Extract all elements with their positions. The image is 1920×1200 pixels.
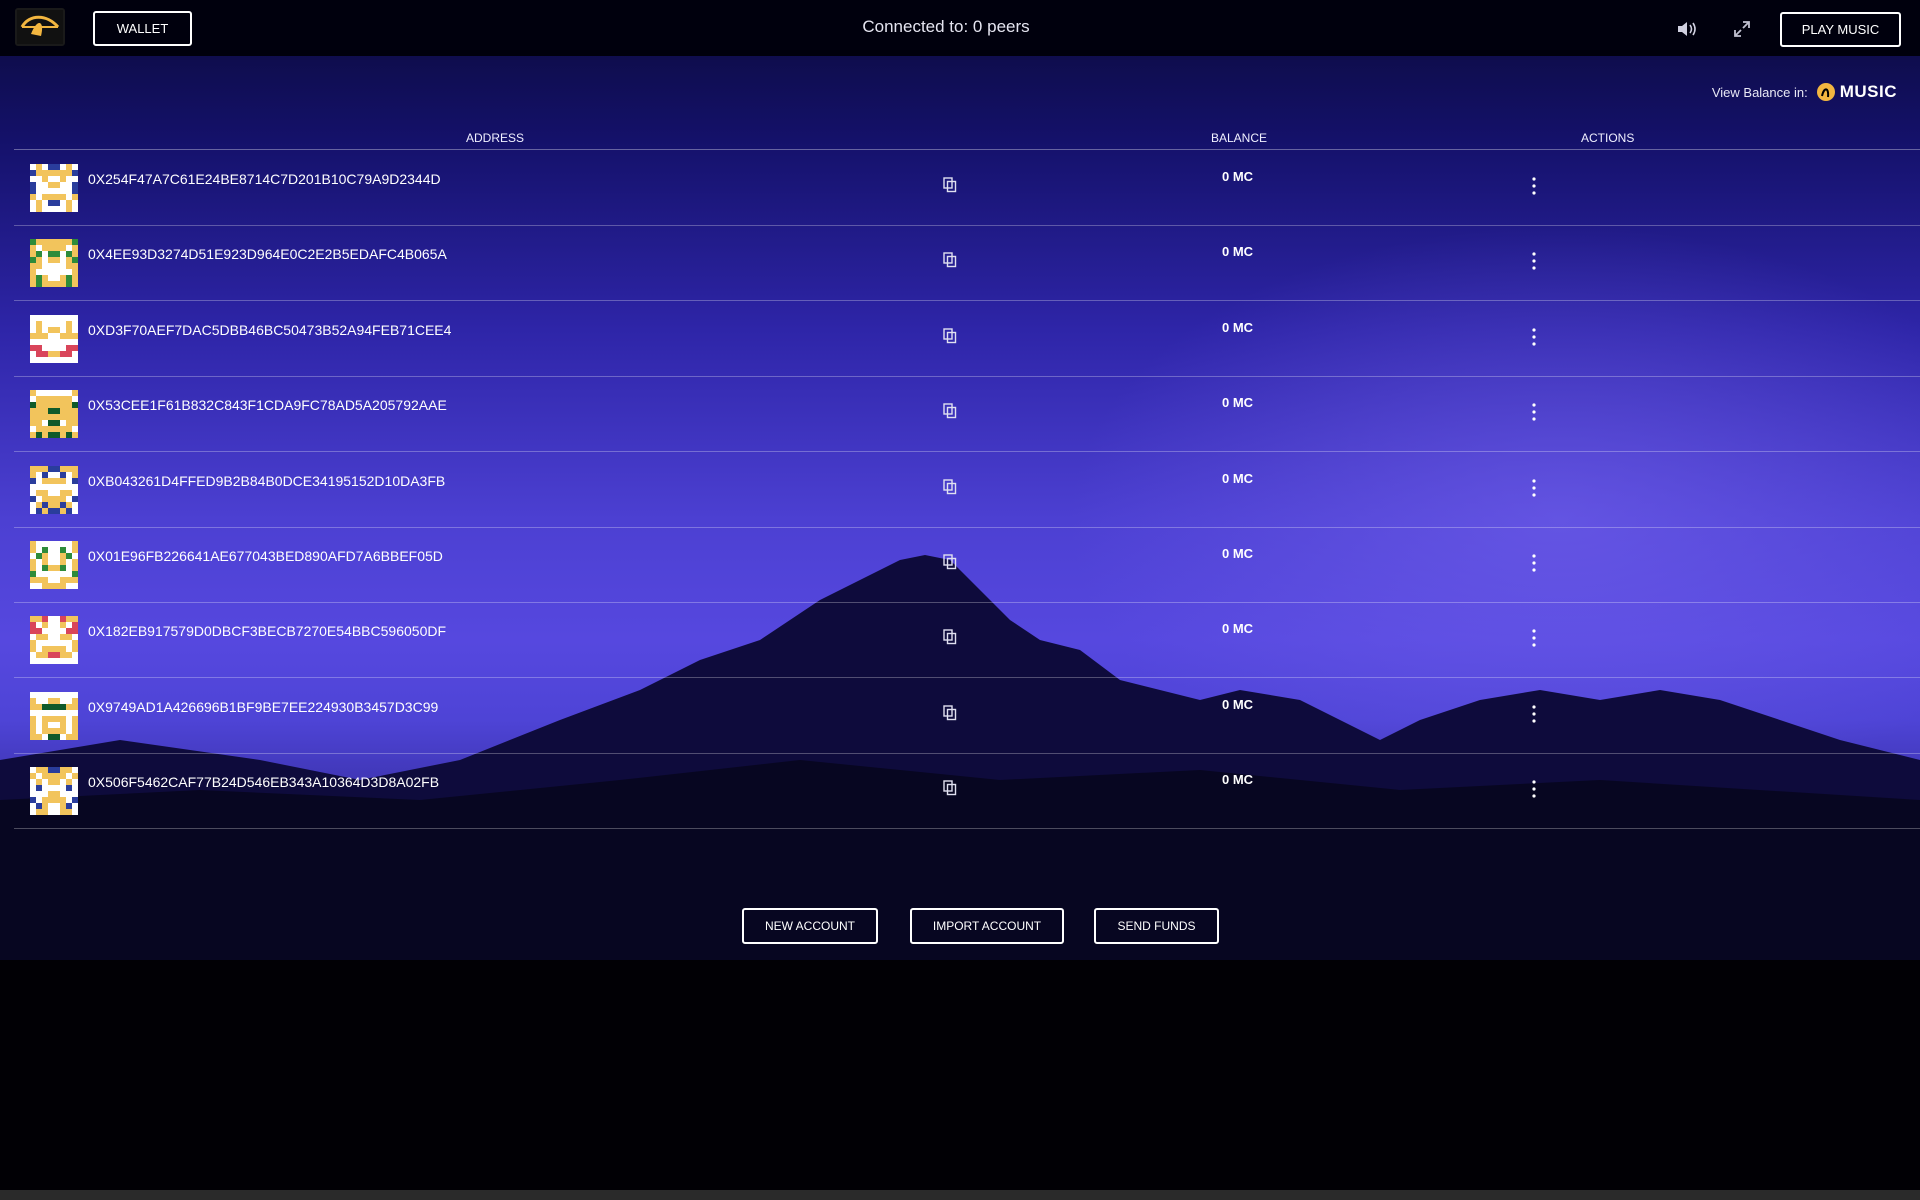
account-avatar xyxy=(30,691,78,740)
address-column-header: ADDRESS xyxy=(466,131,525,145)
table-row: 0X182EB917579D0DBCF3BECB7270E54BBC596050… xyxy=(14,602,1920,679)
account-address: 0XD3F70AEF7DAC5DBB46BC50473B52A94FEB71CE… xyxy=(88,321,452,338)
copy-icon[interactable] xyxy=(943,629,957,645)
top-bar: WALLET Connected to: 0 peers PLAY MUSIC xyxy=(0,0,1920,56)
table-row: 0X53CEE1F61B832C843F1CDA9FC78AD5A205792A… xyxy=(14,376,1920,453)
music-currency-label: MUSIC xyxy=(1839,82,1897,101)
speaker-volume-icon[interactable] xyxy=(1676,20,1698,38)
account-address: 0X506F5462CAF77B24D546EB343A10364D3D8A02… xyxy=(88,774,440,791)
more-actions-icon[interactable] xyxy=(1530,327,1538,347)
music-coin-icon xyxy=(1816,83,1835,101)
account-avatar xyxy=(30,239,78,288)
more-actions-icon[interactable] xyxy=(1530,779,1538,799)
more-actions-icon[interactable] xyxy=(1530,402,1538,422)
account-balance: 0 MC xyxy=(1222,546,1254,561)
account-balance: 0 MC xyxy=(1222,696,1254,712)
account-address: 0XB043261D4FFED9B2B84B0DCE34195152D10DA3… xyxy=(88,472,446,489)
account-address: 0X9749AD1A426696B1BF9BE7EE224930B3457D3C… xyxy=(88,698,439,715)
account-balance: 0 MC xyxy=(1222,772,1254,788)
more-actions-icon[interactable] xyxy=(1530,704,1538,724)
import-account-button[interactable]: IMPORT ACCOUNT xyxy=(910,908,1064,944)
copy-icon[interactable] xyxy=(943,705,957,721)
table-row: 0X9749AD1A426696B1BF9BE7EE224930B3457D3C… xyxy=(14,678,1920,754)
more-actions-icon[interactable] xyxy=(1530,251,1538,271)
table-row: 0X254F47A7C61E24BE8714C7D201B10C79A9D234… xyxy=(14,150,1920,226)
more-actions-icon[interactable] xyxy=(1530,478,1538,498)
account-balance: 0 MC xyxy=(1222,395,1254,411)
actions-column-header: ACTIONS xyxy=(1581,131,1635,145)
copy-icon[interactable] xyxy=(943,478,957,495)
account-balance: 0 MC xyxy=(1222,319,1254,335)
account-balance: 0 MC xyxy=(1222,470,1254,486)
account-avatar xyxy=(30,616,78,665)
view-balance-label: View Balance in: xyxy=(1711,84,1808,100)
account-avatar xyxy=(30,541,78,589)
account-address: 0X01E96FB226641AE677043BED890AFD7A6BBEF0… xyxy=(88,548,443,564)
account-avatar xyxy=(30,314,78,363)
account-avatar xyxy=(30,390,78,439)
peers-status: Connected to: 0 peers xyxy=(862,17,1030,36)
account-address: 0X4EE93D3274D51E923D964E0C2E2B5EDAFC4B06… xyxy=(88,246,447,263)
account-avatar xyxy=(30,767,78,816)
account-balance: 0 MC xyxy=(1222,244,1254,260)
account-address: 0X53CEE1F61B832C843F1CDA9FC78AD5A205792A… xyxy=(88,397,447,414)
play-music-button[interactable]: PLAY MUSIC xyxy=(1780,12,1901,47)
copy-icon[interactable] xyxy=(943,780,957,796)
table-row: 0XD3F70AEF7DAC5DBB46BC50473B52A94FEB71CE… xyxy=(14,301,1920,377)
copy-icon[interactable] xyxy=(943,177,957,193)
copy-icon[interactable] xyxy=(943,252,957,268)
table-row: 0X01E96FB226641AE677043BED890AFD7A6BBEF0… xyxy=(14,527,1920,603)
account-balance: 0 MC xyxy=(1222,621,1254,637)
view-balance-selector[interactable]: View Balance in: MUSIC xyxy=(1712,82,1897,102)
balance-column-header: BALANCE xyxy=(1211,131,1268,145)
fullscreen-expand-icon[interactable] xyxy=(1733,20,1751,38)
account-balance: 0 MC xyxy=(1222,169,1254,184)
table-row: 0XB043261D4FFED9B2B84B0DCE34195152D10DA3… xyxy=(14,452,1920,528)
account-address: 0X182EB917579D0DBCF3BECB7270E54BBC596050… xyxy=(88,623,447,640)
account-avatar xyxy=(30,164,78,212)
send-funds-button[interactable]: SEND FUNDS xyxy=(1094,908,1219,944)
account-address: 0X254F47A7C61E24BE8714C7D201B10C79A9D234… xyxy=(88,171,441,187)
music-currency-logo[interactable]: MUSIC xyxy=(1816,82,1897,102)
table-row: 0X4EE93D3274D51E923D964E0C2E2B5EDAFC4B06… xyxy=(14,225,1920,302)
copy-icon[interactable] xyxy=(943,403,957,419)
more-actions-icon[interactable] xyxy=(1530,553,1538,573)
more-actions-icon[interactable] xyxy=(1530,628,1538,648)
new-account-button[interactable]: NEW ACCOUNT xyxy=(742,908,878,944)
copy-icon[interactable] xyxy=(943,328,957,344)
account-avatar xyxy=(30,465,78,514)
horizontal-scrollbar[interactable] xyxy=(0,1190,1920,1200)
copy-icon[interactable] xyxy=(943,554,957,570)
more-actions-icon[interactable] xyxy=(1530,176,1538,196)
table-row: 0X506F5462CAF77B24D546EB343A10364D3D8A02… xyxy=(14,753,1920,830)
